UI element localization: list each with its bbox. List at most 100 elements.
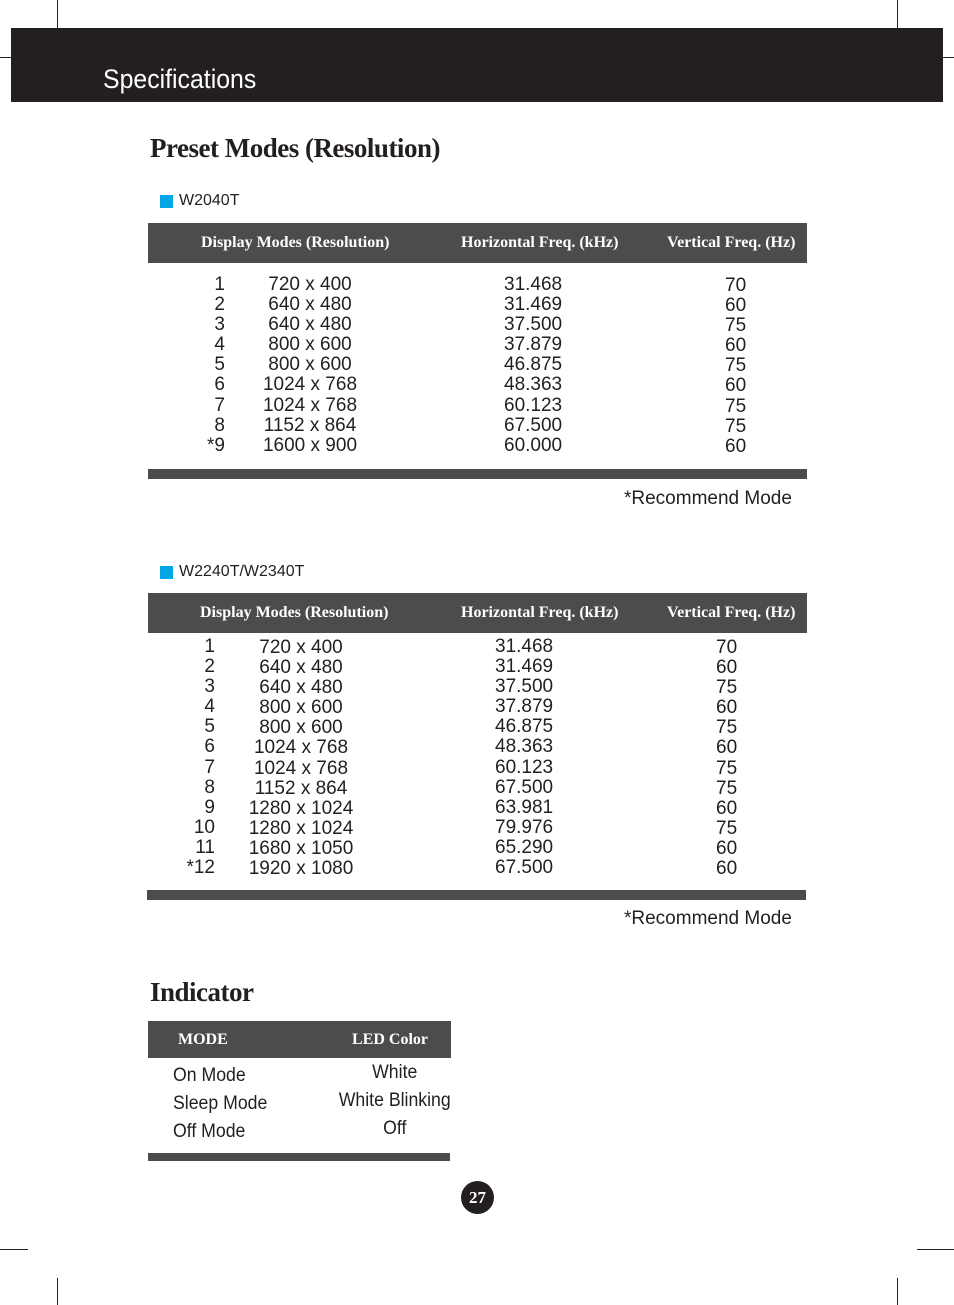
horizontal-freq-cell: 60.123 [504,394,563,416]
crop-mark [897,1278,898,1305]
vertical-freq-cell: 75 [716,777,738,799]
vertical-freq-cell: 75 [725,315,747,337]
mode-number-cell: 6 [214,374,225,396]
resolution-cell: 800 x 600 [268,354,352,376]
vertical-freq-cell: 70 [716,637,738,658]
column-header-mode: MODE [178,1030,228,1048]
horizontal-freq-cell: 31.469 [504,294,563,316]
mode-number-cell: 9 [204,796,215,818]
model-label: W2240T/W2340T [160,563,304,581]
vertical-freq-cell: 60 [716,858,738,880]
resolution-cell: 800 x 600 [259,697,343,719]
mode-number-cell: 3 [214,314,225,336]
page-number: 27 [461,1181,494,1214]
horizontal-freq-cell: 67.500 [504,414,563,436]
horizontal-freq-cell: 46.875 [504,354,563,376]
horizontal-freq-cell: 31.469 [495,656,554,678]
mode-number-column: 1 2 3 4 5 6 7 8 *9 [195,274,225,456]
resolution-cell: 1152 x 864 [263,414,357,436]
mode-number-cell: 7 [204,756,215,778]
indicator-title: Indicator [150,977,254,1007]
column-header-vertical-freq: Vertical Freq. (Hz) [667,234,796,251]
indicator-mode-column: On Mode Sleep Mode Off Mode [173,1062,267,1146]
page-header: Specifications [11,28,943,102]
mode-number-cell: 4 [214,334,225,356]
mode-number-cell: 5 [214,354,225,376]
recommend-mode-note: *Recommend Mode [624,488,792,509]
indicator-led-cell: White Blinking [338,1090,451,1111]
horizontal-freq-cell: 60.000 [504,434,563,456]
horizontal-freq-column: 31.468 31.469 37.500 37.879 46.875 48.363 60.1… [495,636,575,879]
vertical-freq-column: 70 60 75 60 75 60 75 75 60 75 60 60 [716,637,756,880]
crop-mark [943,57,954,58]
crop-mark [0,1249,28,1250]
model-label: W2040T [160,192,239,210]
table-footer-bar [147,890,806,900]
vertical-freq-cell: 75 [725,355,747,377]
horizontal-freq-cell: 63.981 [495,796,554,818]
vertical-freq-cell: 60 [716,737,738,759]
model-name: W2240T/W2340T [179,563,305,580]
resolution-cell: 1024 x 768 [253,737,349,759]
crop-mark [0,57,11,58]
mode-number-cell: 1 [214,274,225,295]
horizontal-freq-cell: 65.290 [495,836,554,858]
resolution-cell: 1280 x 1024 [248,797,354,819]
vertical-freq-cell: 75 [725,395,747,417]
indicator-mode-cell: Off Mode [173,1121,246,1142]
column-header-vertical-freq: Vertical Freq. (Hz) [667,604,796,621]
resolution-column: 720 x 400 640 x 480 640 x 480 800 x 600 800 … [240,637,362,880]
mode-number-cell: *12 [186,857,215,879]
vertical-freq-cell: 60 [716,837,738,859]
vertical-freq-cell: 70 [725,275,747,296]
resolution-cell: 1152 x 864 [254,777,348,799]
vertical-freq-cell: 60 [716,697,738,719]
vertical-freq-cell: 60 [725,335,747,357]
vertical-freq-cell: 75 [716,817,738,839]
indicator-led-cell: Off [383,1118,407,1139]
column-header-led-color: LED Color [352,1030,428,1048]
resolution-cell: 720 x 400 [259,637,343,658]
indicator-footer-bar [148,1153,450,1161]
mode-number-cell: 6 [204,736,215,758]
resolution-cell: 1280 x 1024 [248,817,354,839]
vertical-freq-cell: 60 [725,375,747,397]
vertical-freq-cell: 75 [716,717,738,739]
crop-mark [57,1278,58,1305]
vertical-freq-cell: 75 [716,757,738,779]
vertical-freq-cell: 60 [716,797,738,819]
horizontal-freq-cell: 46.875 [495,716,554,738]
horizontal-freq-cell: 37.500 [504,314,563,336]
resolution-cell: 640 x 480 [259,657,343,679]
vertical-freq-cell: 60 [716,657,738,679]
table-header: Display Modes (Resolution) Horizontal Fr… [148,223,807,263]
crop-mark [917,1249,954,1250]
resolution-cell: 1920 x 1080 [248,858,354,880]
horizontal-freq-column: 31.468 31.469 37.500 37.879 46.875 48.363 60.1… [504,274,584,456]
resolution-cell: 1024 x 768 [262,374,358,396]
indicator-mode-cell: On Mode [173,1065,246,1086]
resolution-cell: 800 x 600 [259,717,343,739]
mode-number-cell: 2 [214,294,225,316]
horizontal-freq-cell: 79.976 [495,816,554,838]
horizontal-freq-cell: 67.500 [495,857,554,879]
mode-number-cell: 5 [204,716,215,738]
resolution-cell: 640 x 480 [268,314,352,336]
column-header-display-modes: Display Modes (Resolution) [200,604,389,621]
mode-number-cell: 1 [204,636,215,657]
resolution-column: 720 x 400 640 x 480 640 x 480 800 x 600 800 … [250,274,370,456]
recommend-mode-note: *Recommend Mode [624,908,792,929]
crop-mark [897,0,898,28]
vertical-freq-cell: 75 [716,677,738,699]
resolution-cell: 800 x 600 [268,334,352,356]
resolution-cell: 640 x 480 [259,677,343,699]
resolution-cell: 1680 x 1050 [248,837,354,859]
crop-mark [57,0,58,28]
resolution-cell: 720 x 400 [268,274,352,295]
table-header: Display Modes (Resolution) Horizontal Fr… [148,593,807,633]
mode-number-cell: 11 [195,836,215,858]
page-header-title: Specifications [103,64,257,94]
column-header-horizontal-freq: Horizontal Freq. (kHz) [461,604,619,621]
vertical-freq-cell: 60 [725,435,747,457]
resolution-cell: 1024 x 768 [262,394,358,416]
